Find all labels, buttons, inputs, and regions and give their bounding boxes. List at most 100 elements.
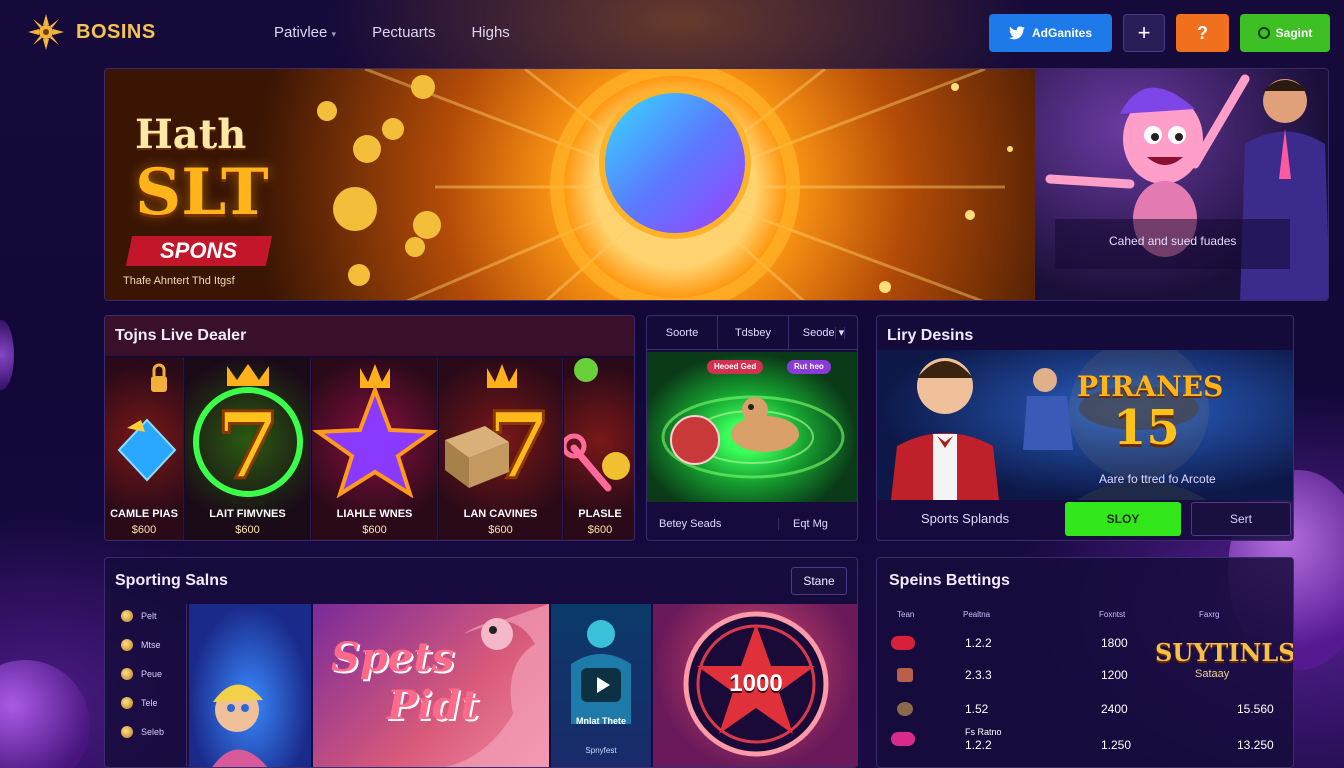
question-icon: ?	[1197, 22, 1208, 43]
row-value: 2400	[1101, 702, 1128, 716]
chevron-down-icon: ▾	[838, 327, 846, 339]
featured-footer-label: Sports Splands	[921, 511, 1010, 526]
game-card-name: LAIT FIMVNES	[209, 508, 286, 520]
tab-tdsbey[interactable]: Tdsbey	[718, 316, 789, 349]
nav-item-pativlee[interactable]: Pativlee ▾	[274, 24, 336, 41]
header-actions: AdGanites + ? Sagint	[989, 14, 1330, 52]
column-header: Pealtna	[963, 610, 991, 619]
stane-button[interactable]: Stane	[791, 567, 847, 595]
background-orb	[0, 660, 90, 768]
game-tile[interactable]: Spets Pidt	[313, 604, 549, 767]
side-list-item[interactable]: Peue	[121, 668, 162, 680]
column-header: Tean	[897, 610, 915, 619]
coin-icon	[121, 668, 133, 680]
game-card-name: LAN CAVINES	[463, 508, 538, 520]
game-tile[interactable]	[189, 604, 311, 767]
game-tile[interactable]: 1000	[653, 604, 857, 767]
ball-and-creature-illustration	[661, 395, 845, 479]
secondary-button[interactable]: Sert	[1191, 502, 1291, 536]
hero-title-line1: Hath	[135, 111, 247, 158]
game-card[interactable]: CAMLE PIAS $600	[105, 358, 184, 540]
nav-item-pectuarts[interactable]: Pectuarts	[372, 24, 435, 41]
panel-title: Sporting Salns	[115, 572, 228, 589]
nav-item-highs[interactable]: Highs	[471, 24, 509, 41]
sporting-panel: Sporting Salns Stane Pelt Mtse Peue Tele…	[104, 557, 858, 768]
tab-soorte[interactable]: Soorte	[647, 316, 718, 349]
nav-item-label: Pativlee	[274, 24, 328, 41]
brand-name: BOSINS	[76, 20, 156, 43]
play-icon	[596, 677, 610, 693]
featured-game-image[interactable]: PIRANES 15 Aare fo ttred fo Arcote	[877, 340, 1293, 500]
coin-icon	[121, 639, 133, 651]
row-value: 1200	[1101, 668, 1128, 682]
live-dealer-panel: Tojns Live Dealer CAMLE PIAS $600 7 LAIT…	[104, 315, 635, 541]
hero-caption: Cahed and sued fuades	[1109, 234, 1237, 248]
table-row[interactable]: Fs Ratno 1.2.2 1.250 13.250	[877, 726, 1293, 756]
game-card[interactable]: 7 LAIT FIMVNES $600	[185, 358, 311, 540]
sports-chip: Heoed Ged	[707, 360, 764, 374]
lucky-seven-icon: 7	[193, 364, 303, 502]
video-subcaption: Spnyfest	[585, 746, 617, 755]
sports-preview-image[interactable]: Heoed Ged Rut heo	[647, 352, 857, 502]
team-shield-icon	[897, 668, 913, 682]
team-flag-icon	[891, 636, 915, 650]
svg-text:7: 7	[216, 392, 280, 498]
game-card[interactable]: LIAHLE WNES $600	[312, 358, 438, 540]
brand-logo[interactable]: BOSINS	[26, 12, 156, 52]
sports-preview-panel: Soorte Tdsbey Seode ▾ Heoed Ged Rut heo …	[646, 315, 858, 541]
video-tile[interactable]: Mnlat Thete Spnyfest	[551, 604, 651, 767]
sports-chip: Rut heo	[787, 360, 831, 374]
video-caption: Mnlat Thete	[575, 716, 626, 726]
row-value: 1.250	[1101, 738, 1132, 752]
game-card-name: LIAHLE WNES	[336, 508, 413, 520]
panel-title: Speins Bettings	[889, 572, 1010, 589]
featured-game-panel: Liry Desins PIRANES 15 Aare fo ttred fo …	[876, 315, 1294, 541]
cartoon-mascot-illustration	[1045, 74, 1328, 300]
game-card-amount: $600	[235, 524, 260, 536]
hero-badge-label: SPONS	[160, 238, 238, 263]
side-list-label: Pelt	[141, 611, 157, 621]
table-row[interactable]: 1.52 2400 15.560	[877, 696, 1293, 726]
coin-icon	[121, 610, 133, 622]
play-video-button[interactable]	[581, 668, 621, 702]
betting-art-title: SUYTINLS	[1155, 638, 1294, 667]
row-label: Fs Ratno	[965, 727, 1002, 737]
add-button[interactable]: +	[1123, 14, 1165, 52]
sports-footer-right[interactable]: Eqt Mg	[779, 518, 828, 530]
hero-title-line2: SLT	[135, 155, 269, 230]
game-card[interactable]: PLASLE $600	[561, 358, 634, 540]
team-crest-icon	[897, 702, 913, 716]
featured-game-footer: Sports Splands SLOY Sert	[877, 502, 1293, 540]
hero-subtitle: Thafe Ahntert Thd Itgsf	[123, 275, 235, 287]
side-list-item[interactable]: Mtse	[121, 639, 161, 651]
sports-footer-left[interactable]: Betey Seads	[647, 518, 779, 530]
hero-badge: SPONS	[125, 236, 273, 266]
play-button[interactable]: SLOY	[1065, 502, 1181, 536]
signin-button[interactable]: Sagint	[1240, 14, 1330, 52]
row-total: 13.250	[1237, 738, 1274, 752]
sun-emblem-icon	[28, 14, 64, 50]
cartoon-character-illustration	[212, 684, 268, 767]
seven-with-box-icon: 7	[445, 364, 553, 502]
game-card[interactable]: 7 LAN CAVINES $600	[439, 358, 563, 540]
side-list-item[interactable]: Tele	[121, 697, 158, 709]
twitter-connect-button[interactable]: AdGanites	[989, 14, 1112, 52]
row-odds: 1.52	[965, 702, 989, 716]
diamond-lock-icon	[117, 363, 177, 482]
hero-banner[interactable]: Hath SLT SPONS Thafe Ahntert Thd Itgsf C…	[104, 68, 1329, 301]
panel-title: Tojns Live Dealer	[115, 327, 247, 344]
twitter-bird-icon	[1008, 26, 1025, 40]
side-list-item[interactable]: Pelt	[121, 610, 157, 622]
user-circle-icon	[1257, 27, 1270, 39]
sports-tabs: Soorte Tdsbey Seode ▾	[647, 316, 857, 350]
coin-icon	[121, 697, 133, 709]
tab-seode[interactable]: Seode ▾	[789, 316, 857, 349]
featured-art-caption: Aare fo ttred fo Arcote	[1099, 472, 1216, 486]
column-header: Faxrg	[1199, 610, 1220, 619]
help-button[interactable]: ?	[1176, 14, 1229, 52]
game-card-amount: $600	[362, 524, 387, 536]
row-odds: 1.2.2	[965, 738, 992, 752]
row-odds: 1.2.2	[965, 636, 992, 650]
side-list-item[interactable]: Seleb	[121, 726, 164, 738]
star-value: 1000	[729, 670, 783, 697]
